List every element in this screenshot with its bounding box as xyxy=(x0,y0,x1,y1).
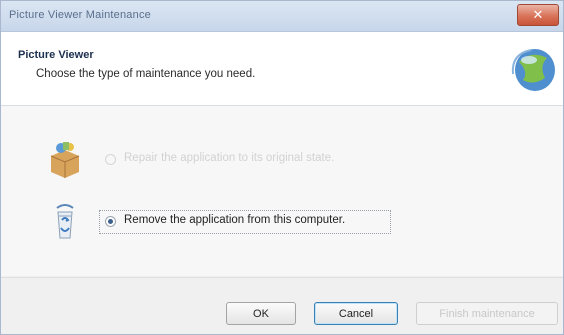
recycle-bin-icon xyxy=(56,204,74,239)
maintenance-dialog: Picture Viewer Maintenance ✕ Picture Vie… xyxy=(0,0,564,335)
dialog-header: Picture Viewer Choose the type of mainte… xyxy=(1,32,563,106)
remove-option-label[interactable]: Remove the application from this compute… xyxy=(124,214,345,226)
repair-option: Repair the application to its original s… xyxy=(1,138,563,182)
finish-button[interactable]: Finish maintenance xyxy=(416,302,558,325)
repair-option-label[interactable]: Repair the application to its original s… xyxy=(124,152,334,164)
remove-radio[interactable] xyxy=(105,216,116,227)
button-bar: OK Cancel Finish maintenance xyxy=(1,277,563,334)
title-bar[interactable]: Picture Viewer Maintenance ✕ xyxy=(1,1,563,32)
remove-option: Remove the application from this compute… xyxy=(1,200,563,244)
close-button[interactable]: ✕ xyxy=(517,4,559,26)
cancel-button[interactable]: Cancel xyxy=(314,302,398,325)
options-area: Repair the application to its original s… xyxy=(1,106,563,276)
package-box-icon xyxy=(50,142,80,178)
header-subtitle: Choose the type of maintenance you need. xyxy=(36,68,256,80)
repair-radio[interactable] xyxy=(105,154,116,165)
header-title: Picture Viewer xyxy=(18,49,94,61)
globe-app-icon xyxy=(511,49,555,91)
window-title: Picture Viewer Maintenance xyxy=(9,9,151,21)
close-icon: ✕ xyxy=(532,7,544,22)
ok-button[interactable]: OK xyxy=(226,302,296,325)
